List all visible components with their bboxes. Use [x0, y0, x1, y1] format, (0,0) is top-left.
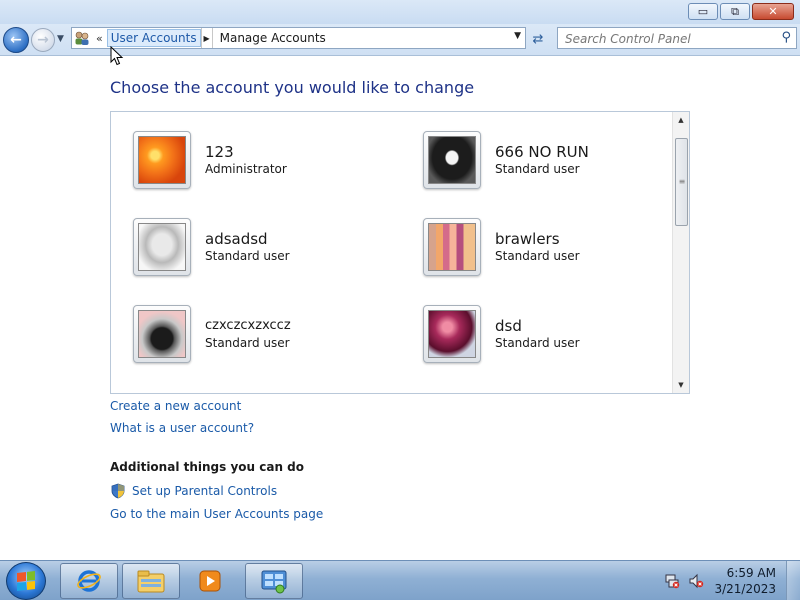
scrollbar-thumb[interactable]: ≡: [675, 138, 688, 226]
vertical-scrollbar[interactable]: ▲ ≡ ▼: [672, 112, 689, 393]
windows-logo-icon: [17, 571, 35, 591]
back-arrow-icon: ←: [10, 32, 22, 48]
maximize-icon: ⧉: [731, 5, 739, 18]
account-name: dsd: [495, 317, 522, 335]
system-tray: [664, 563, 704, 599]
refresh-button[interactable]: ⇄: [528, 29, 548, 49]
record-player-avatar-icon: [138, 310, 186, 358]
dog-avatar-icon: [428, 136, 476, 184]
taskbar-internet-explorer[interactable]: [60, 563, 118, 599]
fabric-avatar-icon: [428, 223, 476, 271]
account-name: czxczcxzxccz: [205, 318, 291, 333]
avatar: [423, 305, 481, 363]
taskbar-windows-explorer[interactable]: [122, 563, 180, 599]
robot-toy-avatar-icon: [138, 223, 186, 271]
window-controls: ▭ ⧉ ✕: [688, 3, 794, 20]
volume-muted-icon[interactable]: [688, 573, 704, 589]
search-icon[interactable]: ⚲: [781, 30, 791, 45]
avatar: [133, 131, 191, 189]
flower-avatar-icon: [138, 136, 186, 184]
page-title: Choose the account you would like to cha…: [110, 78, 475, 97]
media-player-icon: [199, 570, 221, 592]
mouse-cursor-icon: [110, 46, 124, 66]
close-icon: ✕: [768, 5, 778, 18]
avatar: [133, 305, 191, 363]
create-account-link[interactable]: Create a new account: [110, 399, 241, 413]
control-panel-icon: [261, 570, 287, 594]
search-box[interactable]: ⚲: [557, 27, 797, 49]
account-tile[interactable]: 666 NO RUN Standard user: [423, 131, 589, 189]
internet-explorer-icon: [77, 570, 101, 592]
account-type: Standard user: [495, 249, 580, 263]
account-name: 666 NO RUN: [495, 143, 589, 161]
parental-controls-link[interactable]: Set up Parental Controls: [132, 484, 277, 498]
account-name: 123: [205, 143, 234, 161]
account-type: Standard user: [495, 336, 580, 350]
grip-icon: ≡: [678, 177, 686, 186]
show-desktop-button[interactable]: [786, 561, 800, 600]
clock-date: 3/21/2023: [714, 582, 776, 596]
close-button[interactable]: ✕: [752, 3, 794, 20]
forward-arrow-icon: →: [37, 32, 49, 48]
account-type: Standard user: [205, 336, 290, 350]
taskbar-clock[interactable]: 6:59 AM 3/21/2023: [714, 565, 776, 597]
title-bar: ▭ ⧉ ✕: [0, 0, 800, 24]
avatar: [133, 218, 191, 276]
address-bar[interactable]: « User Accounts ▶ Manage Accounts ▼: [71, 27, 526, 49]
refresh-icon: ⇄: [532, 31, 544, 47]
address-overflow[interactable]: «: [92, 32, 107, 45]
network-icon[interactable]: [664, 573, 680, 589]
minimize-button[interactable]: ▭: [688, 3, 718, 20]
breadcrumb-manage-accounts[interactable]: Manage Accounts: [217, 31, 329, 45]
maximize-button[interactable]: ⧉: [720, 3, 750, 20]
account-tile[interactable]: 123 Administrator: [133, 131, 287, 189]
breadcrumb-user-accounts[interactable]: User Accounts: [106, 29, 201, 47]
user-accounts-icon: [72, 28, 92, 48]
account-tile[interactable]: adsadsd Standard user: [133, 218, 290, 276]
what-is-account-link[interactable]: What is a user account?: [110, 421, 254, 435]
windows-explorer-icon: [137, 570, 165, 593]
main-user-accounts-link[interactable]: Go to the main User Accounts page: [110, 507, 323, 521]
recent-pages-dropdown[interactable]: ▼: [57, 34, 64, 44]
account-tile[interactable]: brawlers Standard user: [423, 218, 580, 276]
ball-avatar-icon: [428, 310, 476, 358]
back-button[interactable]: ←: [3, 27, 29, 53]
forward-button[interactable]: →: [31, 28, 55, 52]
scroll-down-button[interactable]: ▼: [673, 377, 689, 393]
account-type: Standard user: [495, 162, 580, 176]
scroll-up-button[interactable]: ▲: [673, 112, 689, 128]
minimize-icon: ▭: [697, 5, 709, 18]
account-name: brawlers: [495, 230, 560, 248]
avatar: [423, 131, 481, 189]
clock-time: 6:59 AM: [726, 566, 776, 580]
taskbar-control-panel[interactable]: [245, 563, 303, 599]
additional-heading: Additional things you can do: [110, 460, 305, 474]
address-dropdown-icon[interactable]: ▼: [514, 31, 521, 41]
shield-icon: [111, 483, 125, 499]
account-type: Administrator: [205, 162, 287, 176]
search-input[interactable]: [558, 29, 768, 49]
start-button[interactable]: [6, 562, 46, 600]
accounts-list: 123 Administrator 666 NO RUN Standard us…: [110, 111, 690, 394]
taskbar: 6:59 AM 3/21/2023: [0, 560, 800, 600]
account-tile[interactable]: czxczcxzxccz Standard user: [133, 305, 291, 363]
account-tile[interactable]: dsd Standard user: [423, 305, 580, 363]
taskbar-media-player[interactable]: [184, 563, 236, 599]
breadcrumb-chevron-icon[interactable]: ▶: [200, 28, 213, 48]
account-type: Standard user: [205, 249, 290, 263]
account-name: adsadsd: [205, 230, 268, 248]
avatar: [423, 218, 481, 276]
